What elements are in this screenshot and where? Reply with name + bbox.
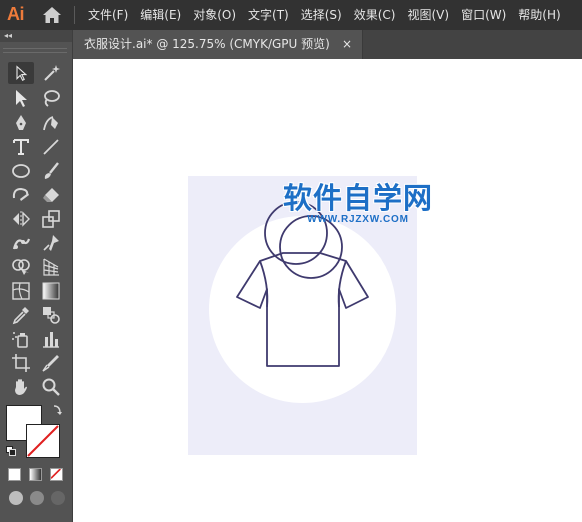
watermark-url: WWW.RJZXW.COM <box>307 214 409 225</box>
menu-items: 文件(F) 编辑(E) 对象(O) 文字(T) 选择(S) 效果(C) 视图(V… <box>82 0 567 30</box>
menu-type[interactable]: 文字(T) <box>242 0 295 30</box>
shape-builder-tool[interactable] <box>8 256 34 278</box>
blend-tool-icon <box>43 307 60 324</box>
menu-bar: Ai 文件(F) 编辑(E) 对象(O) 文字(T) 选择(S) 效果(C) 视… <box>0 0 582 30</box>
type-tool[interactable] <box>8 136 34 158</box>
shaper-tool-icon <box>12 187 29 201</box>
watermark: 软件自学网 WWW.RJZXW.COM <box>283 184 433 226</box>
perspective-grid-tool[interactable] <box>38 256 64 278</box>
eyedropper-tool[interactable] <box>8 304 34 326</box>
reflect-tool-icon <box>13 211 30 227</box>
artboard-tool-icon <box>12 354 30 372</box>
puppet-warp-tool-icon <box>12 238 31 250</box>
free-transform-tool[interactable] <box>38 232 64 254</box>
menu-select[interactable]: 选择(S) <box>295 0 348 30</box>
home-button[interactable] <box>42 6 62 24</box>
none-mode-button[interactable] <box>50 468 63 481</box>
line-segment-tool-icon <box>43 139 59 155</box>
mesh-tool-icon <box>12 282 30 300</box>
shape-builder-tool-icon <box>12 259 30 275</box>
lasso-tool[interactable] <box>38 87 64 109</box>
selection-tool[interactable] <box>8 62 34 84</box>
menu-edit[interactable]: 编辑(E) <box>134 0 187 30</box>
menu-view[interactable]: 视图(V) <box>401 0 455 30</box>
draw-behind-button[interactable] <box>30 491 44 505</box>
lasso-tool-icon <box>44 90 60 107</box>
menu-file[interactable]: 文件(F) <box>82 0 134 30</box>
selection-tool-icon <box>16 65 28 81</box>
document-tab-title: 衣服设计.ai* @ 125.75% (CMYK/GPU 预览) <box>84 37 330 51</box>
hand-tool[interactable] <box>8 376 34 398</box>
default-fill-stroke-icon[interactable] <box>6 446 16 456</box>
symbol-sprayer-tool-icon <box>12 332 28 348</box>
eyedropper-tool-icon <box>12 307 29 325</box>
document-tab-bar: 衣服设计.ai* @ 125.75% (CMYK/GPU 预览) × <box>73 30 582 59</box>
home-icon <box>43 7 61 23</box>
pen-tool-icon <box>16 115 26 130</box>
mesh-tool[interactable] <box>8 280 34 302</box>
menu-help[interactable]: 帮助(H) <box>512 0 566 30</box>
tools-panel-header: ◂◂ <box>0 30 72 42</box>
blend-tool[interactable] <box>38 304 64 326</box>
gradient-tool[interactable] <box>38 280 64 302</box>
none-stroke-icon <box>27 425 59 457</box>
zoom-tool[interactable] <box>38 376 64 398</box>
slice-tool-icon <box>42 355 59 372</box>
direct-selection-tool-icon <box>16 90 27 107</box>
symbol-sprayer-tool[interactable] <box>8 328 34 350</box>
close-icon[interactable]: × <box>342 30 352 59</box>
document-tab[interactable]: 衣服设计.ai* @ 125.75% (CMYK/GPU 预览) × <box>73 30 363 59</box>
curvature-tool-icon <box>43 116 58 131</box>
menu-window[interactable]: 窗口(W) <box>455 0 512 30</box>
color-mode-button[interactable] <box>8 468 21 481</box>
gradient-tool-icon <box>42 282 60 300</box>
eraser-tool[interactable] <box>38 184 64 206</box>
line-segment-tool[interactable] <box>38 136 64 158</box>
panel-grip[interactable] <box>3 48 67 53</box>
direct-selection-tool[interactable] <box>8 87 34 109</box>
draw-inside-button[interactable] <box>51 491 65 505</box>
menu-object[interactable]: 对象(O) <box>187 0 242 30</box>
stroke-swatch[interactable] <box>26 424 60 458</box>
free-transform-tool-icon <box>43 235 59 251</box>
pen-tool[interactable] <box>8 112 34 134</box>
gradient-mode-button[interactable] <box>29 468 42 481</box>
menu-separator <box>74 6 75 24</box>
perspective-grid-tool-icon <box>43 258 59 276</box>
draw-normal-button[interactable] <box>9 491 23 505</box>
menu-effect[interactable]: 效果(C) <box>348 0 402 30</box>
shaper-tool[interactable] <box>8 184 34 206</box>
tools-panel: ◂◂ <box>0 30 73 522</box>
eraser-tool-icon <box>43 188 59 202</box>
zoom-tool-icon <box>42 378 60 396</box>
artboard-tool[interactable] <box>8 352 34 374</box>
paintbrush-tool[interactable] <box>38 160 64 182</box>
column-graph-tool[interactable] <box>38 328 64 350</box>
none-icon <box>51 469 61 479</box>
app-logo: Ai <box>7 4 25 24</box>
watermark-title: 软件自学网 <box>283 183 434 215</box>
magic-wand-tool-icon <box>44 65 60 81</box>
type-tool-icon <box>13 139 29 155</box>
hand-tool-icon <box>15 379 27 395</box>
magic-wand-tool[interactable] <box>38 62 64 84</box>
canvas[interactable]: 软件自学网 WWW.RJZXW.COM <box>73 59 582 522</box>
column-graph-tool-icon <box>43 332 59 348</box>
ellipse-tool[interactable] <box>8 160 34 182</box>
puppet-warp-tool[interactable] <box>8 232 34 254</box>
scale-tool[interactable] <box>38 208 64 230</box>
scale-tool-icon <box>42 210 60 228</box>
reflect-tool[interactable] <box>8 208 34 230</box>
swap-fill-stroke-icon[interactable] <box>52 404 62 416</box>
collapse-icon[interactable]: ◂◂ <box>4 30 12 42</box>
paintbrush-tool-icon <box>44 162 59 179</box>
ellipse-tool-icon <box>12 164 30 178</box>
curvature-tool[interactable] <box>38 112 64 134</box>
slice-tool[interactable] <box>38 352 64 374</box>
